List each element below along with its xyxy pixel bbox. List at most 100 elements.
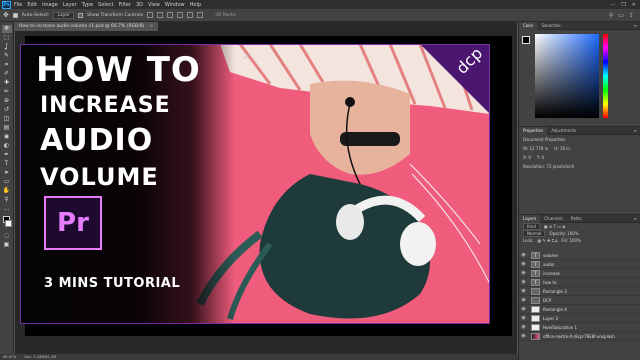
tab-adjustments[interactable]: Adjustments [547,127,580,135]
close-tab-icon[interactable]: × [150,24,154,29]
canvas-artwork[interactable]: HOW TO INCREASE AUDIO VOLUME Pr 3 MINS T… [20,44,490,324]
properties-menu-icon[interactable]: ≡ [634,128,637,133]
background-color-swatch[interactable] [5,220,12,227]
crop-icon[interactable]: ⌗ [2,61,12,69]
menu-image[interactable]: Image [42,2,58,8]
tab-layers[interactable]: Layers [519,214,541,223]
align-bottom-icon[interactable] [196,12,203,18]
tab-color[interactable]: Color [519,21,538,30]
align-middle-icon[interactable] [186,12,193,18]
quick-mask-icon[interactable]: ◌ [2,232,12,240]
prop-x[interactable]: X: 0 [523,155,531,160]
blend-mode-dropdown[interactable]: Normal [523,230,546,237]
menu-view[interactable]: View [148,2,160,8]
search-icon[interactable]: ⚲ [609,12,613,19]
menu-file[interactable]: File [14,2,22,8]
fill-field[interactable]: Fill: 100% [561,238,580,243]
tab-properties[interactable]: Properties [519,126,548,135]
hue-slider[interactable] [603,34,608,118]
visibility-eye-icon[interactable]: ◉ [519,279,528,285]
menu-window[interactable]: Window [165,2,185,8]
visibility-eye-icon[interactable]: ◉ [519,297,528,303]
layer-row[interactable]: ◉ Layer 3 [519,314,640,323]
gradient-icon[interactable]: ▤ [2,124,12,132]
layer-row[interactable]: ◉ T how to [519,278,640,287]
blur-icon[interactable]: ◉ [2,133,12,141]
tab-swatches[interactable]: Swatches [537,22,564,30]
visibility-eye-icon[interactable]: ◉ [519,333,528,339]
layer-row[interactable]: ◉ T audio [519,260,640,269]
menu-select[interactable]: Select [98,2,113,8]
zoom-icon[interactable]: ⚲ [2,196,12,204]
auto-select-dropdown[interactable]: Layer [53,11,74,19]
align-center-icon[interactable] [156,12,163,18]
layer-row[interactable]: ◉ T increase [519,269,640,278]
visibility-eye-icon[interactable]: ◉ [519,252,528,258]
layer-row[interactable]: ◉ T volume [519,251,640,260]
menu-filter[interactable]: Filter [119,2,131,8]
opacity-field[interactable]: Opacity: 100% [549,231,578,236]
visibility-eye-icon[interactable]: ◉ [519,270,528,276]
type-icon[interactable]: T [2,160,12,168]
healing-icon[interactable]: ✚ [2,79,12,87]
share-icon[interactable]: ⇪ [629,12,634,19]
visibility-eye-icon[interactable]: ◉ [519,306,528,312]
visibility-eye-icon[interactable]: ◉ [519,261,528,267]
path-select-icon[interactable]: ➤ [2,169,12,177]
document-tab[interactable]: How to increase audio volume v1.psd @ 66… [15,22,159,31]
minimize-icon[interactable]: — [610,2,615,8]
layer-row[interactable]: ◉ office-nestre-0-r8cpr76E8f-unsplash [519,332,640,341]
more-tools-icon[interactable]: … [2,205,12,213]
eyedropper-icon[interactable]: ✐ [2,70,12,78]
layers-menu-icon[interactable]: ≡ [634,216,637,221]
history-brush-icon[interactable]: ↺ [2,106,12,114]
layer-row[interactable]: ◉ DCP [519,296,640,305]
screen-mode-icon[interactable]: ▣ [2,241,12,249]
quick-select-icon[interactable]: ✎ [2,52,12,60]
move-tool-icon[interactable]: ✥ [3,11,9,19]
prop-height[interactable]: H: 10 in [554,146,570,151]
prop-resolution[interactable]: Resolution: 72 pixels/inch [523,164,574,169]
align-top-icon[interactable] [176,12,183,18]
menu-layer[interactable]: Layer [63,2,77,8]
close-icon[interactable]: ✕ [632,2,636,8]
show-transform-checkbox[interactable] [77,12,83,18]
hand-icon[interactable]: ✋ [2,187,12,195]
zoom-level[interactable]: 66.67% [3,354,16,360]
filter-icons[interactable]: ▣ ⊘ T ▭ ◈ [544,224,566,229]
layer-row[interactable]: ◉ Rectangle 3 [519,287,640,296]
align-left-icon[interactable] [146,12,153,18]
align-right-icon[interactable] [166,12,173,18]
dodge-icon[interactable]: ◐ [2,142,12,150]
brush-icon[interactable]: ✏ [2,88,12,96]
eraser-icon[interactable]: ◫ [2,115,12,123]
layer-row[interactable]: ◉ Rectangle 4 [519,305,640,314]
menu-type[interactable]: Type [82,2,93,8]
layer-row[interactable]: ◉ Hue/Saturation 1 [519,323,640,332]
color-fg-swatch[interactable] [522,36,530,44]
marquee-icon[interactable]: ⬚ [2,34,12,42]
pen-icon[interactable]: ✒ [2,151,12,159]
tab-paths[interactable]: Paths [567,215,586,223]
menu-help[interactable]: Help [190,2,201,8]
workspace-icon[interactable]: ▭ [618,12,624,19]
menu-edit[interactable]: Edit [27,2,37,8]
layer-kind-filter[interactable]: Kind [523,223,540,230]
prop-y[interactable]: Y: 0 [537,155,544,160]
layer-name: office-nestre-0-r8cpr76E8f-unsplash [543,333,615,339]
visibility-eye-icon[interactable]: ◉ [519,324,528,330]
menu-3d[interactable]: 3D [136,2,143,8]
auto-select-checkbox[interactable] [12,12,18,18]
lasso-icon[interactable]: ʆ [2,43,12,51]
prop-width[interactable]: W: 12.778 in [523,146,548,151]
color-picker-field[interactable] [535,34,599,118]
panel-menu-icon[interactable]: ≡ [634,23,637,28]
restore-icon[interactable]: ❐ [621,2,625,8]
move-icon[interactable]: ✥ [1,25,12,33]
lock-icons[interactable]: ▦ ✎ ✥ ⌗ 🔒︎ [537,238,557,243]
rectangle-icon[interactable]: ▭ [2,178,12,186]
tab-channels[interactable]: Channels [540,215,567,223]
stamp-icon[interactable]: ⊕ [2,97,12,105]
visibility-eye-icon[interactable]: ◉ [519,315,528,321]
visibility-eye-icon[interactable]: ◉ [519,288,528,294]
